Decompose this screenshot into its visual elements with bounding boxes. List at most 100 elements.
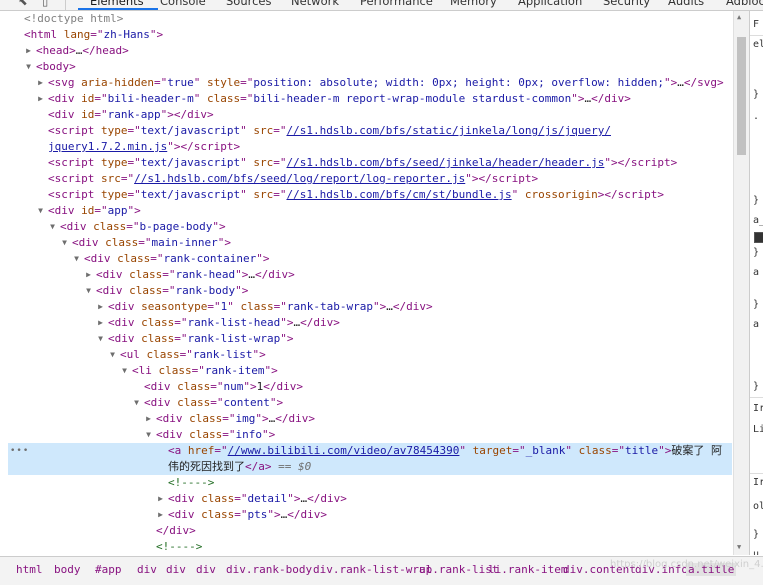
collapse-arrow-icon[interactable]: ▼: [120, 363, 129, 379]
dom-node[interactable]: ▶ <head>…</head>: [8, 43, 732, 59]
expand-arrow-icon[interactable]: ▶: [156, 491, 165, 507]
script-src-link[interactable]: //s1.hdslb.com/bfs/seed/jinkela/header/h…: [286, 156, 604, 169]
more-options-icon[interactable]: •••: [10, 443, 29, 459]
expand-arrow-icon[interactable]: ▶: [84, 267, 93, 283]
style-rule: a_: [753, 215, 763, 226]
breadcrumb-item[interactable]: div.rank-list-wrap: [313, 563, 432, 576]
collapse-arrow-icon[interactable]: ▼: [72, 251, 81, 267]
breadcrumb-item[interactable]: div: [196, 563, 216, 576]
tab-network[interactable]: Network: [291, 0, 339, 8]
expand-arrow-icon[interactable]: ▶: [24, 43, 33, 59]
dom-node[interactable]: ▼ <div class="rank-list-wrap">: [8, 331, 732, 347]
dom-node[interactable]: ▼ <div class="main-inner">: [8, 235, 732, 251]
script-src-link[interactable]: //s1.hdslb.com/bfs/seed/log/report/log-r…: [134, 172, 465, 185]
tab-memory[interactable]: Memory: [450, 0, 497, 8]
dom-node[interactable]: ▼ <li class="rank-item">: [8, 363, 732, 379]
dom-node[interactable]: ▶ <div class="rank-head">…</div>: [8, 267, 732, 283]
expand-arrow-icon[interactable]: ▶: [156, 507, 165, 523]
active-tab-indicator: [78, 8, 158, 10]
tab-security[interactable]: Security: [603, 0, 650, 8]
doctype-text: <!doctype html>: [24, 12, 124, 25]
dom-node[interactable]: ▶ <div class="detail">…</div>: [8, 491, 732, 507]
attr-value: position: absolute; width: 0px; height: …: [253, 76, 664, 89]
breadcrumb-item[interactable]: #app: [95, 563, 122, 576]
script-src-link[interactable]: //s1.hdslb.com/bfs/cm/st/bundle.js: [286, 188, 511, 201]
dom-node[interactable]: ▼ <div class="rank-container">: [8, 251, 732, 267]
dom-node[interactable]: <div class="num">1</div>: [8, 379, 732, 395]
dom-node[interactable]: ▼ <div class="info">: [8, 427, 732, 443]
selected-dom-node[interactable]: ••• <a href="//www.bilibili.com/video/av…: [8, 443, 732, 475]
expand-arrow-icon[interactable]: ▶: [96, 315, 105, 331]
divider: [750, 35, 763, 36]
script-src-link[interactable]: jquery1.7.2.min.js: [48, 140, 167, 153]
dom-node[interactable]: ▼ <div class="rank-body">: [8, 283, 732, 299]
breadcrumb-item[interactable]: div.rank-body: [226, 563, 312, 576]
expand-arrow-icon[interactable]: ▶: [36, 91, 45, 107]
attr-value: _blank: [525, 444, 566, 457]
breadcrumb-item[interactable]: div: [166, 563, 186, 576]
style-rule: }: [753, 299, 760, 310]
html-comment: <!---->: [156, 540, 203, 553]
tab-console[interactable]: Console: [160, 0, 206, 8]
expand-arrow-icon[interactable]: ▶: [144, 411, 153, 427]
tab-audits[interactable]: Audits: [668, 0, 704, 8]
scroll-up-icon[interactable]: ▲: [737, 13, 741, 21]
dom-node[interactable]: ▶ <svg aria-hidden="true" style="positio…: [8, 75, 732, 91]
dom-node[interactable]: ▼ <div id="app">: [8, 203, 732, 219]
collapse-arrow-icon[interactable]: ▼: [24, 59, 33, 75]
dom-tree[interactable]: <!doctype html> <html lang="zh-Hans"> ▶ …: [8, 11, 732, 555]
dom-node[interactable]: ▶ <div seasontype="1" class="rank-tab-wr…: [8, 299, 732, 315]
breadcrumb-item[interactable]: html: [16, 563, 43, 576]
dom-node[interactable]: ▶ <div class="rank-list-head">…</div>: [8, 315, 732, 331]
collapse-arrow-icon[interactable]: ▼: [36, 203, 45, 219]
style-rule: Ir: [753, 403, 763, 414]
breadcrumb-item[interactable]: ul.rank-list: [419, 563, 498, 576]
dom-node[interactable]: <script src="//s1.hdslb.com/bfs/seed/log…: [8, 171, 732, 187]
tab-application[interactable]: Application: [518, 0, 582, 8]
anchor-href-link[interactable]: //www.bilibili.com/video/av78454390: [228, 444, 460, 457]
collapse-arrow-icon[interactable]: ▼: [144, 427, 153, 443]
vertical-scrollbar[interactable]: ▲ ▼: [733, 11, 749, 555]
dom-node[interactable]: <html lang="zh-Hans">: [8, 27, 732, 43]
dom-node[interactable]: ▼ <div class="content">: [8, 395, 732, 411]
tab-performance[interactable]: Performance: [360, 0, 433, 8]
dom-node[interactable]: ▼ <body>: [8, 59, 732, 75]
style-rule: el: [753, 39, 763, 50]
collapse-arrow-icon[interactable]: ▼: [108, 347, 117, 363]
dom-node[interactable]: <!---->: [8, 539, 732, 555]
dom-node[interactable]: <script type="text/javascript" src="//s1…: [8, 155, 732, 171]
style-checkbox[interactable]: [754, 232, 763, 243]
dom-node[interactable]: </div>: [8, 523, 732, 539]
breadcrumb-item[interactable]: li.rank-item: [488, 563, 567, 576]
expand-arrow-icon[interactable]: ▶: [96, 299, 105, 315]
collapse-arrow-icon[interactable]: ▼: [96, 331, 105, 347]
dom-node[interactable]: <script type="text/javascript" src="//s1…: [8, 187, 732, 203]
tab-adblock[interactable]: Adblock: [726, 0, 763, 8]
style-rule: }: [753, 381, 760, 392]
dom-node[interactable]: <div id="rank-app"></div>: [8, 107, 732, 123]
tab-elements[interactable]: Elements: [90, 0, 144, 8]
script-src-link[interactable]: //s1.hdslb.com/bfs/static/jinkela/long/j…: [286, 124, 611, 137]
scroll-down-icon[interactable]: ▼: [737, 543, 741, 551]
cursor-inspect-icon[interactable]: ⬉: [18, 0, 28, 8]
tab-sources[interactable]: Sources: [226, 0, 272, 8]
collapse-arrow-icon[interactable]: ▼: [48, 219, 57, 235]
device-toggle-icon[interactable]: ▯: [42, 0, 48, 8]
collapse-arrow-icon[interactable]: ▼: [84, 283, 93, 299]
dom-node[interactable]: <!doctype html>: [8, 11, 732, 27]
dom-node[interactable]: ▼ <ul class="rank-list">: [8, 347, 732, 363]
scrollbar-thumb[interactable]: [737, 37, 746, 155]
styles-filter-input[interactable]: F: [753, 19, 759, 30]
collapse-arrow-icon[interactable]: ▼: [132, 395, 141, 411]
expand-arrow-icon[interactable]: ▶: [36, 75, 45, 91]
style-rule: }: [753, 89, 760, 100]
breadcrumb-item[interactable]: div: [137, 563, 157, 576]
dom-node[interactable]: ▶ <div class="pts">…</div>: [8, 507, 732, 523]
dom-node[interactable]: <!---->: [8, 475, 732, 491]
dom-node[interactable]: <script type="text/javascript" src="//s1…: [8, 123, 732, 155]
breadcrumb-item[interactable]: body: [54, 563, 81, 576]
collapse-arrow-icon[interactable]: ▼: [60, 235, 69, 251]
dom-node[interactable]: ▶ <div class="img">…</div>: [8, 411, 732, 427]
dom-node[interactable]: ▼ <div class="b-page-body">: [8, 219, 732, 235]
dom-node[interactable]: ▶ <div id="bili-header-m" class="bili-he…: [8, 91, 732, 107]
